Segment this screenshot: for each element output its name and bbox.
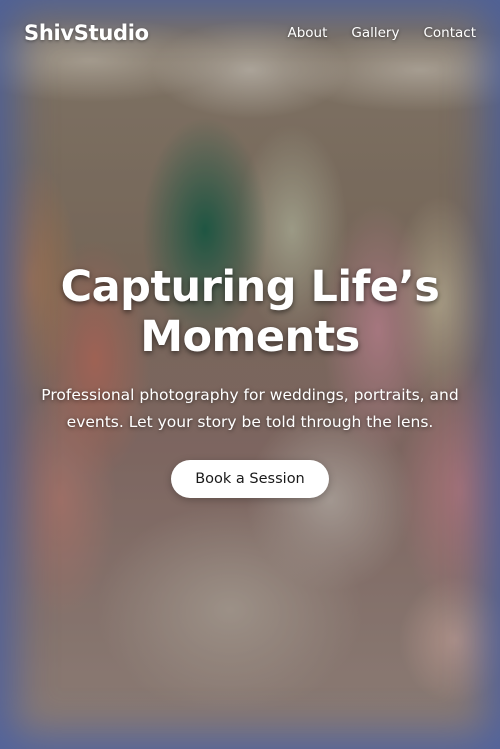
hero-content: Capturing Life’s Moments Professional ph… <box>0 262 500 498</box>
hero-subtext: Professional photography for weddings, p… <box>41 386 459 431</box>
nav-link-contact[interactable]: Contact <box>423 25 476 41</box>
nav-link-gallery[interactable]: Gallery <box>351 25 399 41</box>
hero-headline: Capturing Life’s Moments <box>60 262 440 362</box>
nav-links: About Gallery Contact <box>287 25 476 41</box>
hero-section: ShivStudio About Gallery Contact Capturi… <box>0 0 500 749</box>
navbar: ShivStudio About Gallery Contact <box>0 0 500 66</box>
nav-link-about[interactable]: About <box>287 25 327 41</box>
book-session-button[interactable]: Book a Session <box>171 460 329 498</box>
brand-logo[interactable]: ShivStudio <box>24 21 149 45</box>
